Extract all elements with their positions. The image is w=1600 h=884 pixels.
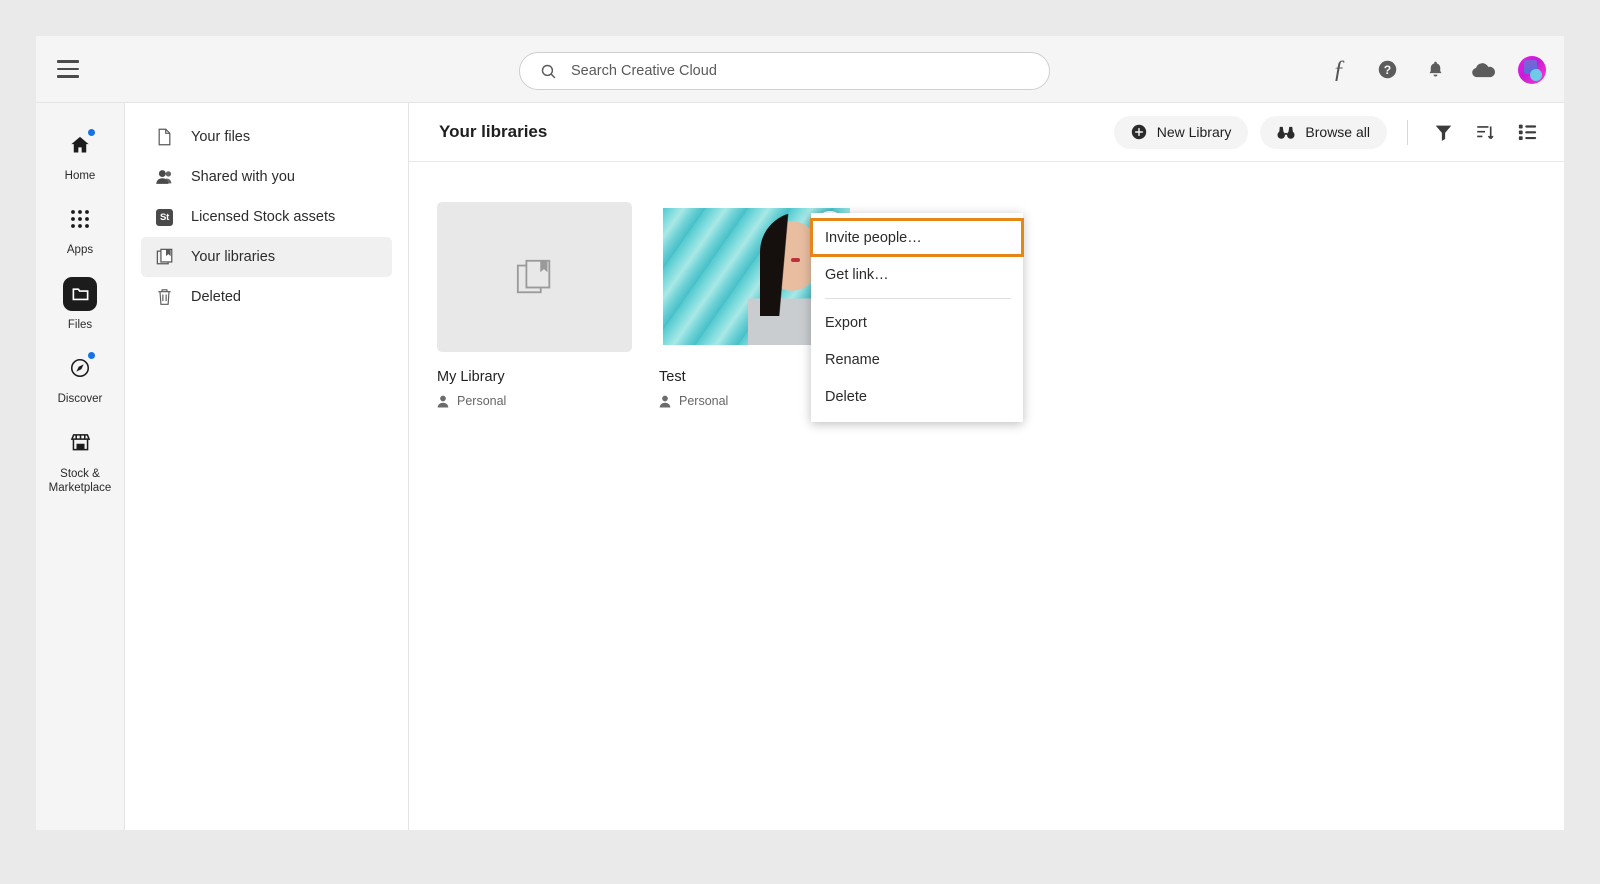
stock-badge-icon: St [155, 208, 174, 227]
rail-item-label: Files [67, 318, 93, 331]
discover-compass-icon [63, 351, 97, 385]
header-actions: New Library Browse all [1113, 115, 1542, 149]
help-icon[interactable]: ? [1374, 57, 1400, 83]
sidebar-item-label: Your files [191, 129, 251, 145]
menu-item-label: Get link… [825, 266, 889, 283]
list-view-icon[interactable] [1512, 117, 1542, 147]
rail-item-label: Stock & Marketplace [48, 467, 112, 494]
sidebar-item-deleted[interactable]: Deleted [141, 277, 392, 317]
menu-item-delete[interactable]: Delete [811, 378, 1023, 415]
hamburger-line [57, 60, 79, 63]
rail-item-label: Apps [66, 244, 94, 257]
library-thumbnail-placeholder [437, 202, 632, 352]
hamburger-line [57, 67, 79, 71]
hamburger-line [57, 75, 79, 78]
home-icon [63, 128, 97, 162]
top-bar: ƒ ? [36, 36, 1564, 103]
notifications-bell-icon[interactable] [1422, 57, 1448, 83]
secondary-nav: Your files Shared with you St Licensed S… [125, 103, 409, 830]
search-container [519, 52, 1050, 90]
sidebar-item-your-files[interactable]: Your files [141, 117, 392, 157]
cloud-sync-icon[interactable] [1470, 57, 1496, 83]
rail-item-label: Discover [57, 393, 103, 406]
menu-item-label: Export [825, 314, 867, 331]
people-icon [155, 168, 174, 187]
library-context-menu: Invite people… Get link… Export Rename D… [810, 213, 1024, 422]
browse-all-button[interactable]: Browse all [1260, 115, 1387, 149]
library-card-owner: Personal [679, 394, 729, 408]
person-icon [659, 395, 671, 408]
menu-item-invite-people[interactable]: Invite people… [810, 218, 1024, 257]
library-card-title: My Library [437, 369, 505, 385]
notification-dot [87, 128, 96, 137]
app-window: ƒ ? [36, 36, 1564, 830]
new-library-button[interactable]: New Library [1113, 115, 1249, 149]
filter-icon[interactable] [1428, 117, 1458, 147]
menu-item-export[interactable]: Export [811, 304, 1023, 341]
apps-grid-icon [63, 202, 97, 236]
sidebar-item-licensed-stock-assets[interactable]: St Licensed Stock assets [141, 197, 392, 237]
storefront-icon [63, 426, 97, 460]
sidebar-item-label: Shared with you [191, 169, 295, 185]
fonts-icon[interactable]: ƒ [1326, 57, 1352, 83]
primary-nav-rail: Home Apps Files Discover Stock & Marketp… [36, 103, 125, 830]
sidebar-item-your-libraries[interactable]: Your libraries [141, 237, 392, 277]
menu-item-label: Delete [825, 388, 867, 405]
page-title: Your libraries [439, 122, 548, 141]
rail-item-discover[interactable]: Discover [36, 342, 125, 416]
app-body: Home Apps Files Discover Stock & Marketp… [36, 103, 1564, 830]
library-card-subtitle: Personal [437, 394, 632, 408]
search-icon [540, 63, 557, 80]
rail-item-label: Home [64, 170, 96, 182]
rail-item-apps[interactable]: Apps [36, 193, 125, 267]
menu-item-get-link[interactable]: Get link… [811, 256, 1023, 293]
menu-item-rename[interactable]: Rename [811, 341, 1023, 378]
browse-all-label: Browse all [1305, 124, 1370, 140]
person-icon [437, 395, 449, 408]
photo-detail [791, 258, 800, 262]
content-header: Your libraries New Library Browse all [409, 103, 1564, 162]
binoculars-icon [1277, 125, 1295, 140]
new-library-label: New Library [1156, 124, 1232, 140]
toolbar-divider [1407, 119, 1408, 145]
sidebar-item-label: Deleted [191, 289, 241, 305]
rail-item-home[interactable]: Home [36, 119, 125, 193]
sort-icon[interactable] [1470, 117, 1500, 147]
library-card[interactable]: My Library Personal [437, 202, 632, 408]
hamburger-menu-icon[interactable] [46, 47, 90, 91]
trash-icon [155, 288, 174, 307]
sidebar-item-label: Licensed Stock assets [191, 209, 336, 225]
stock-badge-text: St [156, 208, 173, 226]
library-icon [155, 248, 174, 267]
main-content: Your libraries New Library Browse all My… [409, 103, 1564, 830]
sidebar-item-shared-with-you[interactable]: Shared with you [141, 157, 392, 197]
document-icon [155, 128, 174, 147]
search-input[interactable] [571, 63, 1004, 79]
svg-text:?: ? [1383, 63, 1390, 77]
fonts-glyph: ƒ [1332, 56, 1346, 83]
user-avatar[interactable] [1518, 55, 1546, 84]
search-box[interactable] [519, 52, 1050, 90]
top-bar-actions: ƒ ? [1326, 36, 1546, 103]
library-card-grid: My Library Personal Test Personal Invite… [409, 162, 1564, 830]
rail-item-stock-marketplace[interactable]: Stock & Marketplace [36, 417, 125, 506]
library-card-owner: Personal [457, 394, 507, 408]
menu-item-label: Invite people… [825, 229, 922, 246]
notification-dot [87, 351, 96, 361]
menu-divider [825, 298, 1011, 299]
plus-circle-icon [1131, 124, 1147, 140]
files-folder-icon [63, 276, 97, 311]
rail-item-files[interactable]: Files [36, 268, 125, 342]
library-placeholder-icon [514, 256, 556, 298]
sidebar-item-label: Your libraries [191, 249, 276, 265]
menu-item-label: Rename [825, 351, 880, 368]
